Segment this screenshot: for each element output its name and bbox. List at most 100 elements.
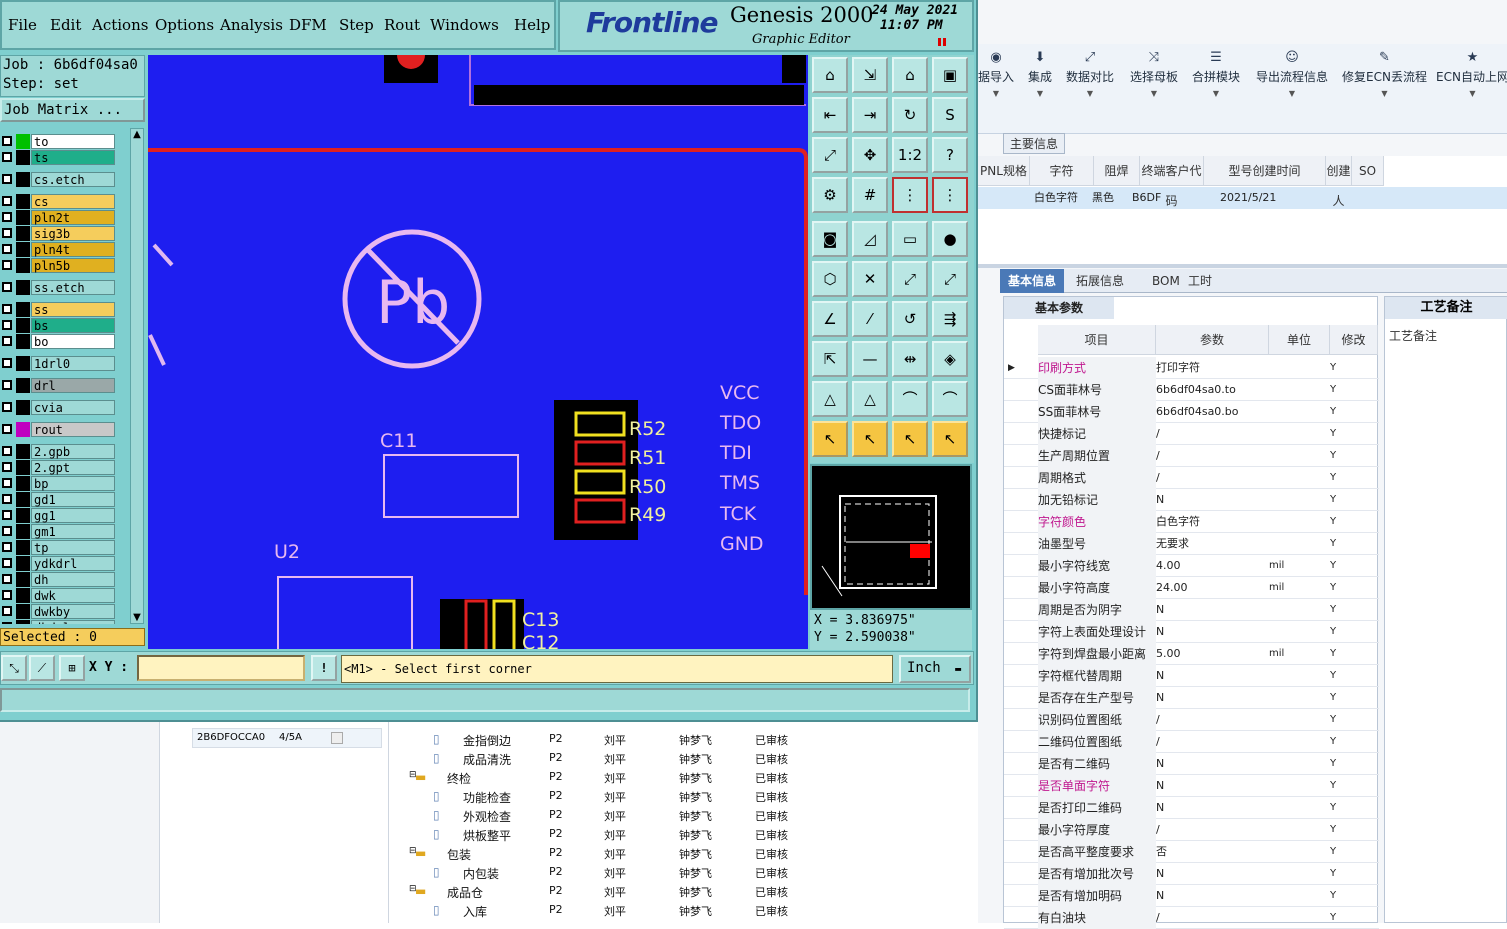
layer-checkbox[interactable] — [2, 358, 12, 368]
layer-row[interactable]: cvia — [0, 400, 130, 415]
tab-0[interactable]: 基本信息 — [1000, 269, 1065, 293]
top-grid-header[interactable]: PNL规格 — [978, 156, 1030, 186]
ribbon-button[interactable]: ★ ECN自动上网 ▼ — [1436, 50, 1507, 98]
layer-row[interactable]: gg1 — [0, 508, 130, 523]
param-value[interactable]: / — [1156, 907, 1268, 929]
layer-checkbox[interactable] — [2, 526, 12, 536]
params-header[interactable]: 修改 — [1330, 325, 1378, 355]
layer-name[interactable]: sig3b — [31, 226, 115, 241]
tab-3[interactable]: 工时 — [1180, 269, 1220, 293]
param-row[interactable]: 快捷标记 / Y — [1004, 423, 1379, 445]
param-value[interactable]: 6b6df04sa0.bo — [1156, 401, 1268, 423]
layer-name[interactable]: cs — [31, 194, 115, 209]
param-row[interactable]: ▶ 印刷方式 打印字符 Y — [1004, 357, 1379, 379]
layer-checkbox[interactable] — [2, 320, 12, 330]
param-value[interactable]: / — [1156, 731, 1268, 753]
menu-rout[interactable]: Rout — [384, 16, 420, 34]
top-grid-header[interactable]: 终端客户代码 — [1140, 156, 1204, 208]
home-icon[interactable]: ⌂ — [892, 57, 928, 93]
param-row[interactable]: 是否单面字符 N Y — [1004, 775, 1379, 797]
layer-name[interactable]: ydkdrl — [31, 556, 115, 571]
job-list-row[interactable]: 2B6DFOCCA0 4/5A — [192, 728, 382, 748]
tree-row[interactable]: ▯ 内包装 P2 刘平 钟梦飞 已审核 — [389, 863, 979, 882]
layer-name[interactable]: ss — [31, 302, 115, 317]
param-value[interactable]: 6b6df04sa0.to — [1156, 379, 1268, 401]
layer-row[interactable]: to — [0, 134, 130, 149]
menu-actions[interactable]: Actions — [92, 16, 148, 34]
param-row[interactable]: 是否有增加明码 N Y — [1004, 885, 1379, 907]
board-preview[interactable] — [810, 464, 972, 610]
param-row[interactable]: 字符框代替周期 N Y — [1004, 665, 1379, 687]
param-row[interactable]: 识别码位置图纸 / Y — [1004, 709, 1379, 731]
layer-row[interactable]: 1drl0 — [0, 356, 130, 371]
param-value[interactable]: N — [1156, 489, 1268, 511]
param-value[interactable]: N — [1156, 753, 1268, 775]
segment-icon[interactable]: — — [852, 341, 888, 377]
layer-row[interactable]: 2.gpb — [0, 444, 130, 459]
layer-row[interactable]: rout — [0, 422, 130, 437]
layer-row[interactable]: ss.etch — [0, 280, 130, 295]
top-grid-header[interactable]: 型号创建时间 — [1204, 156, 1326, 186]
menu-help[interactable]: Help — [514, 16, 550, 34]
param-value[interactable]: N — [1156, 621, 1268, 643]
layer-checkbox[interactable] — [2, 558, 12, 568]
param-value[interactable]: 24.00 — [1156, 577, 1268, 599]
arch-icon[interactable]: ⌒ — [892, 381, 928, 417]
angle-icon[interactable]: ∠ — [812, 301, 848, 337]
layer-row[interactable]: sig3b — [0, 226, 130, 241]
triangle-icon[interactable]: △ — [812, 381, 848, 417]
tree-row[interactable]: ▯ 金指倒边 P2 刘平 钟梦飞 已审核 — [389, 730, 979, 749]
graphic-canvas[interactable]: Pb C11 U2 R52 R51 R50 R49 VCC TDO TDI TM… — [148, 55, 808, 649]
param-value[interactable]: / — [1156, 423, 1268, 445]
zoom-home-icon[interactable]: ⌂ — [812, 57, 848, 93]
layer-checkbox[interactable] — [2, 446, 12, 456]
layer-checkbox[interactable] — [2, 462, 12, 472]
layer-name[interactable]: dwkby — [31, 604, 115, 619]
layer-row[interactable]: cs — [0, 194, 130, 209]
layer-row[interactable]: gm1 — [0, 524, 130, 539]
zoom-out-icon[interactable]: ⇲ — [852, 57, 888, 93]
layer-name[interactable]: gg1 — [31, 508, 115, 523]
top-grid-header[interactable]: 阻焊 — [1094, 156, 1140, 186]
menu-options[interactable]: Options — [155, 16, 214, 34]
measure-icon[interactable]: ⚙ — [812, 177, 848, 213]
layer-checkbox[interactable] — [2, 282, 12, 292]
param-row[interactable]: 字符上表面处理设计 N Y — [1004, 621, 1379, 643]
layer-row[interactable]: ydkdrl — [0, 556, 130, 571]
top-grid-header[interactable]: SO — [1352, 156, 1384, 186]
job-matrix-button[interactable]: Job Matrix ... — [0, 98, 145, 122]
layer-name[interactable]: pln2t — [31, 210, 115, 225]
layer-row[interactable]: bo — [0, 334, 130, 349]
line-point-icon[interactable]: ⤢ — [892, 261, 928, 297]
top-grid-header[interactable]: 创建人 — [1326, 156, 1352, 208]
line-point2-icon[interactable]: ⤢ — [932, 261, 968, 297]
layer-name[interactable]: pln5b — [31, 258, 115, 273]
layer-row[interactable]: drl — [0, 378, 130, 393]
param-value[interactable]: N — [1156, 687, 1268, 709]
layer-name[interactable]: bp — [31, 476, 115, 491]
param-row[interactable]: 生产周期位置 / Y — [1004, 445, 1379, 467]
tree-row[interactable]: ▯ 功能检查 P2 刘平 钟梦飞 已审核 — [389, 787, 979, 806]
layer-row[interactable]: pln2t — [0, 210, 130, 225]
layer-checkbox[interactable] — [2, 606, 12, 616]
pointer3-icon[interactable]: ↖ — [892, 421, 928, 457]
param-value[interactable]: / — [1156, 819, 1268, 841]
alert-icon[interactable]: ! — [311, 655, 337, 681]
param-value[interactable]: N — [1156, 885, 1268, 907]
param-value[interactable]: 无要求 — [1156, 533, 1268, 555]
param-value[interactable]: N — [1156, 797, 1268, 819]
pan-left-icon[interactable]: ⇤ — [812, 97, 848, 133]
param-row[interactable]: SS面菲林号 6b6df04sa0.bo Y — [1004, 401, 1379, 423]
window-icon[interactable]: ▣ — [932, 57, 968, 93]
pointer-icon[interactable]: ↖ — [812, 421, 848, 457]
tree-row[interactable]: ▯ 入库 P2 刘平 钟梦飞 已审核 — [389, 901, 979, 920]
layer-checkbox[interactable] — [2, 622, 12, 624]
param-value[interactable]: / — [1156, 709, 1268, 731]
layer-name[interactable]: bo — [31, 334, 115, 349]
param-value[interactable]: N — [1156, 665, 1268, 687]
pointer4-icon[interactable]: ↖ — [932, 421, 968, 457]
ribbon-button[interactable]: ✎ 修复ECN丢流程 ▼ — [1342, 50, 1427, 98]
params-header[interactable]: 参数 — [1156, 325, 1269, 355]
layer-name[interactable]: 2.gpb — [31, 444, 115, 459]
param-row[interactable]: 周期是否为阴字 N Y — [1004, 599, 1379, 621]
